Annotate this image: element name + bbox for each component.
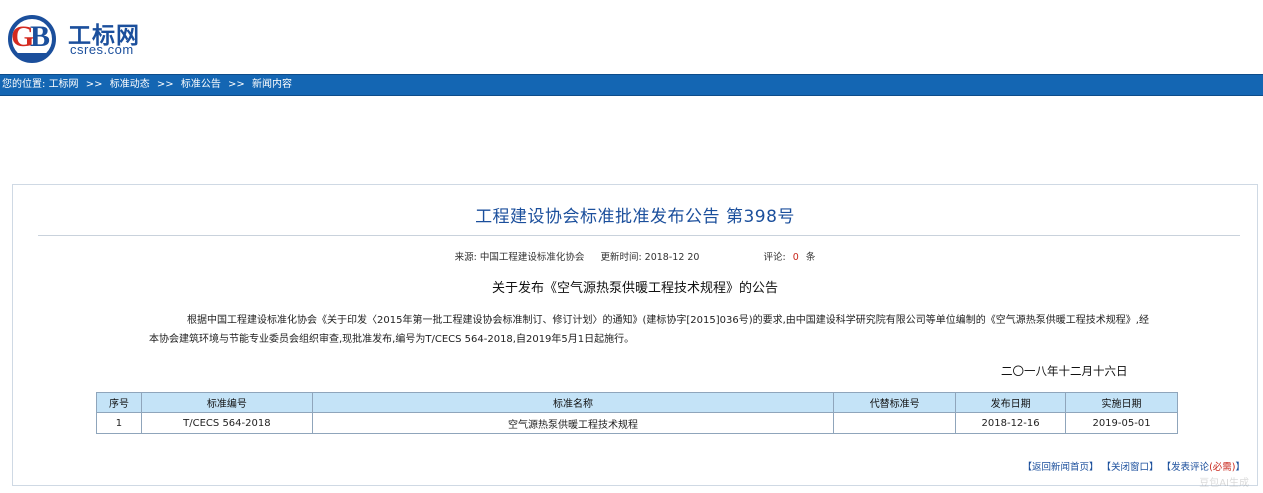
table-row: 1 T/CECS 564-2018 空气源热泵供暖工程技术规程 2018-12-…	[96, 412, 1178, 434]
breadcrumb-separator: >>	[85, 79, 103, 90]
column-header-replaced-standard: 代替标准号	[833, 392, 957, 413]
notice-subtitle: 关于发布《空气源热泵供暖工程技术规程》的公告	[491, 281, 778, 296]
logo-text-en[interactable]: csres.com	[70, 42, 134, 57]
update-time: 2018-12 20	[644, 252, 700, 263]
page-title: 工程建设协会标准批准发布公告 第398号	[475, 207, 795, 227]
comment-label: 评论:	[763, 252, 786, 263]
table-header-row: 序号 标准编号 标准名称 代替标准号 发布日期 实施日期	[96, 392, 1178, 413]
breadcrumb-separator: >>	[156, 79, 174, 90]
cell-effective-date: 2019-05-01	[1065, 412, 1178, 434]
post-comment-hint: (必需)	[1209, 462, 1236, 473]
cell-standard-number[interactable]: T/CECS 564-2018	[140, 412, 313, 434]
watermark: 豆包AI生成	[1199, 478, 1249, 489]
comment-unit: 条	[805, 252, 816, 263]
column-header-effective-date: 实施日期	[1065, 392, 1178, 413]
source-value: 中国工程建设标准化协会	[479, 252, 585, 263]
notice-meta: 来源: 中国工程建设标准化协会 更新时间: 2018-12 20 评论: 0 条	[13, 249, 1257, 263]
column-header-standard-name: 标准名称	[311, 392, 835, 413]
notice-body: 根据中国工程建设标准化协会《关于印发〈2015年第一批工程建设协会标准制订、修订…	[149, 315, 1149, 345]
cell-index: 1	[96, 412, 142, 434]
cell-replaced-standard	[833, 412, 957, 434]
cell-standard-name[interactable]: 空气源热泵供暖工程技术规程	[311, 412, 835, 434]
breadcrumb-separator: >>	[228, 79, 245, 90]
column-header-index: 序号	[96, 392, 142, 413]
post-comment-link[interactable]: 【发表评论	[1162, 462, 1210, 473]
column-header-standard-number: 标准编号	[140, 392, 313, 413]
standards-table: 序号 标准编号 标准名称 代替标准号 发布日期 实施日期 1 T/CECS 56…	[96, 392, 1178, 434]
cell-publish-date: 2018-12-16	[955, 412, 1067, 434]
breadcrumb: 您的位置: 工标网 >> 标准动态 >> 标准公告 >> 新闻内容	[0, 74, 1263, 96]
column-header-publish-date: 发布日期	[955, 392, 1067, 413]
back-to-news-link[interactable]: 【返回新闻首页】	[1022, 462, 1098, 473]
notice-panel: 工程建设协会标准批准发布公告 第398号 来源: 中国工程建设标准化协会 更新时…	[12, 184, 1258, 486]
notice-date: 二〇一八年十二月十六日	[1001, 364, 1128, 378]
footer-links: 【返回新闻首页】 【关闭窗口】 【发表评论(必需)】	[1022, 459, 1245, 473]
site-header: G B 工标网 csres.com	[0, 0, 1263, 74]
close-window-link[interactable]: 【关闭窗口】	[1102, 462, 1159, 473]
breadcrumb-prefix: 您的位置:	[2, 79, 46, 90]
title-divider	[38, 235, 1240, 236]
breadcrumb-item-current: 新闻内容	[251, 79, 292, 90]
site-logo-icon[interactable]: G B	[4, 8, 60, 64]
breadcrumb-item-home[interactable]: 工标网	[49, 79, 79, 90]
breadcrumb-item-standard-news[interactable]: 标准动态	[110, 79, 150, 90]
post-comment-link-end[interactable]: 】	[1235, 462, 1245, 473]
comment-count[interactable]: 0	[793, 252, 799, 263]
source-label: 来源:	[454, 252, 477, 263]
breadcrumb-item-standard-notices[interactable]: 标准公告	[181, 79, 221, 90]
update-label: 更新时间:	[600, 252, 642, 263]
svg-text:B: B	[30, 20, 50, 53]
